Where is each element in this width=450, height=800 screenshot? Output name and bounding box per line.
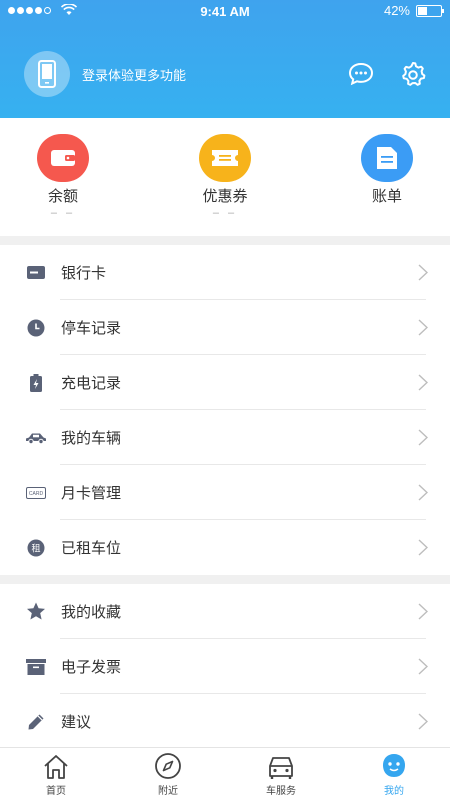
profile-icon	[383, 754, 405, 777]
menu-item-favorites[interactable]: 我的收藏	[0, 584, 450, 639]
balance-label: 余额	[47, 188, 78, 205]
menu-item-label: 充电记录	[61, 375, 122, 392]
chevron-right-icon	[418, 429, 428, 446]
menu-item-label: 建议	[61, 714, 92, 731]
battery-charge-icon	[25, 372, 47, 394]
login-prompt[interactable]: 登录体验更多功能	[82, 65, 186, 84]
battery-percent: 42%	[383, 3, 410, 18]
menu-item-label: 我的收藏	[61, 604, 122, 621]
menu-item-rented-spaces[interactable]: 租 已租车位	[0, 520, 450, 575]
clock-icon	[25, 317, 47, 339]
svg-text:租: 租	[31, 543, 40, 554]
wallet-icon	[37, 134, 89, 182]
menu-item-label: 银行卡	[61, 265, 107, 282]
bill-icon	[361, 134, 413, 182]
chevron-right-icon	[418, 264, 428, 281]
coupon-value: – –	[212, 207, 238, 219]
menu-item-charging-records[interactable]: 充电记录	[0, 355, 450, 410]
menu-item-parking-records[interactable]: 停车记录	[0, 300, 450, 355]
menu-item-label: 停车记录	[61, 320, 122, 337]
rent-icon: 租	[25, 537, 47, 559]
battery-icon	[416, 4, 444, 17]
phone-icon	[38, 60, 56, 88]
header: 9:41 AM 42% 登录体验更多功能	[0, 0, 450, 118]
tab-label: 附近	[158, 786, 178, 797]
menu-item-label: 我的车辆	[61, 430, 122, 447]
wallet-section: 余额 – – 优惠券 – – 账单	[0, 118, 450, 236]
svg-text:CARD: CARD	[29, 491, 44, 497]
bill-label: 账单	[371, 188, 402, 205]
menu-item-label: 已租车位	[61, 540, 122, 557]
menu-item-monthly-card[interactable]: CARD 月卡管理	[0, 465, 450, 520]
menu-item-label: 电子发票	[61, 659, 122, 676]
chevron-right-icon	[418, 603, 428, 620]
menu-item-e-invoice[interactable]: 电子发票	[0, 639, 450, 694]
avatar[interactable]	[24, 51, 70, 97]
bank-card-icon	[25, 262, 47, 284]
menu-item-label: 月卡管理	[61, 485, 122, 502]
status-bar: 9:41 AM 42%	[0, 0, 450, 24]
chevron-right-icon	[418, 713, 428, 730]
chat-bubble-icon	[348, 62, 374, 86]
car-service-icon	[269, 757, 293, 779]
chevron-right-icon	[418, 658, 428, 675]
tab-label: 首页	[46, 786, 66, 797]
coupon-item[interactable]: 优惠券 – –	[170, 134, 280, 219]
chevron-right-icon	[418, 374, 428, 391]
section-divider	[0, 236, 450, 245]
coupon-icon	[199, 134, 251, 182]
tab-label: 车服务	[266, 786, 296, 797]
tab-nearby[interactable]: 附近	[112, 748, 224, 800]
bill-item[interactable]: 账单	[332, 134, 442, 207]
gear-icon	[402, 62, 426, 86]
menu-item-my-vehicles[interactable]: 我的车辆	[0, 410, 450, 465]
menu-list-secondary: 我的收藏 电子发票 建议	[0, 584, 450, 749]
tab-label: 我的	[384, 786, 404, 797]
menu-item-bank-card[interactable]: 银行卡	[0, 245, 450, 300]
home-icon	[44, 755, 68, 779]
tab-car-service[interactable]: 车服务	[225, 748, 337, 800]
coupon-label: 优惠券	[202, 188, 248, 205]
settings-button[interactable]	[398, 59, 428, 89]
status-time: 9:41 AM	[200, 4, 250, 19]
section-divider	[0, 575, 450, 584]
menu-list-primary: 银行卡 停车记录 充电记录 我的车辆 CARD 月卡管理 租 已租车位	[0, 245, 450, 575]
compass-icon	[155, 753, 181, 779]
chevron-right-icon	[418, 484, 428, 501]
star-icon	[25, 601, 47, 623]
card-icon: CARD	[25, 482, 47, 504]
pencil-icon	[25, 711, 47, 733]
invoice-icon	[25, 656, 47, 678]
car-icon	[25, 427, 47, 449]
chevron-right-icon	[418, 539, 428, 556]
menu-item-suggestions[interactable]: 建议	[0, 694, 450, 749]
balance-value: – –	[50, 207, 76, 219]
message-button[interactable]	[346, 59, 376, 89]
bottom-tab-bar: 首页 附近 车服务 我的	[0, 747, 450, 800]
balance-item[interactable]: 余额 – –	[8, 134, 118, 219]
tab-home[interactable]: 首页	[0, 748, 112, 800]
chevron-right-icon	[418, 319, 428, 336]
tab-mine[interactable]: 我的	[338, 748, 450, 800]
